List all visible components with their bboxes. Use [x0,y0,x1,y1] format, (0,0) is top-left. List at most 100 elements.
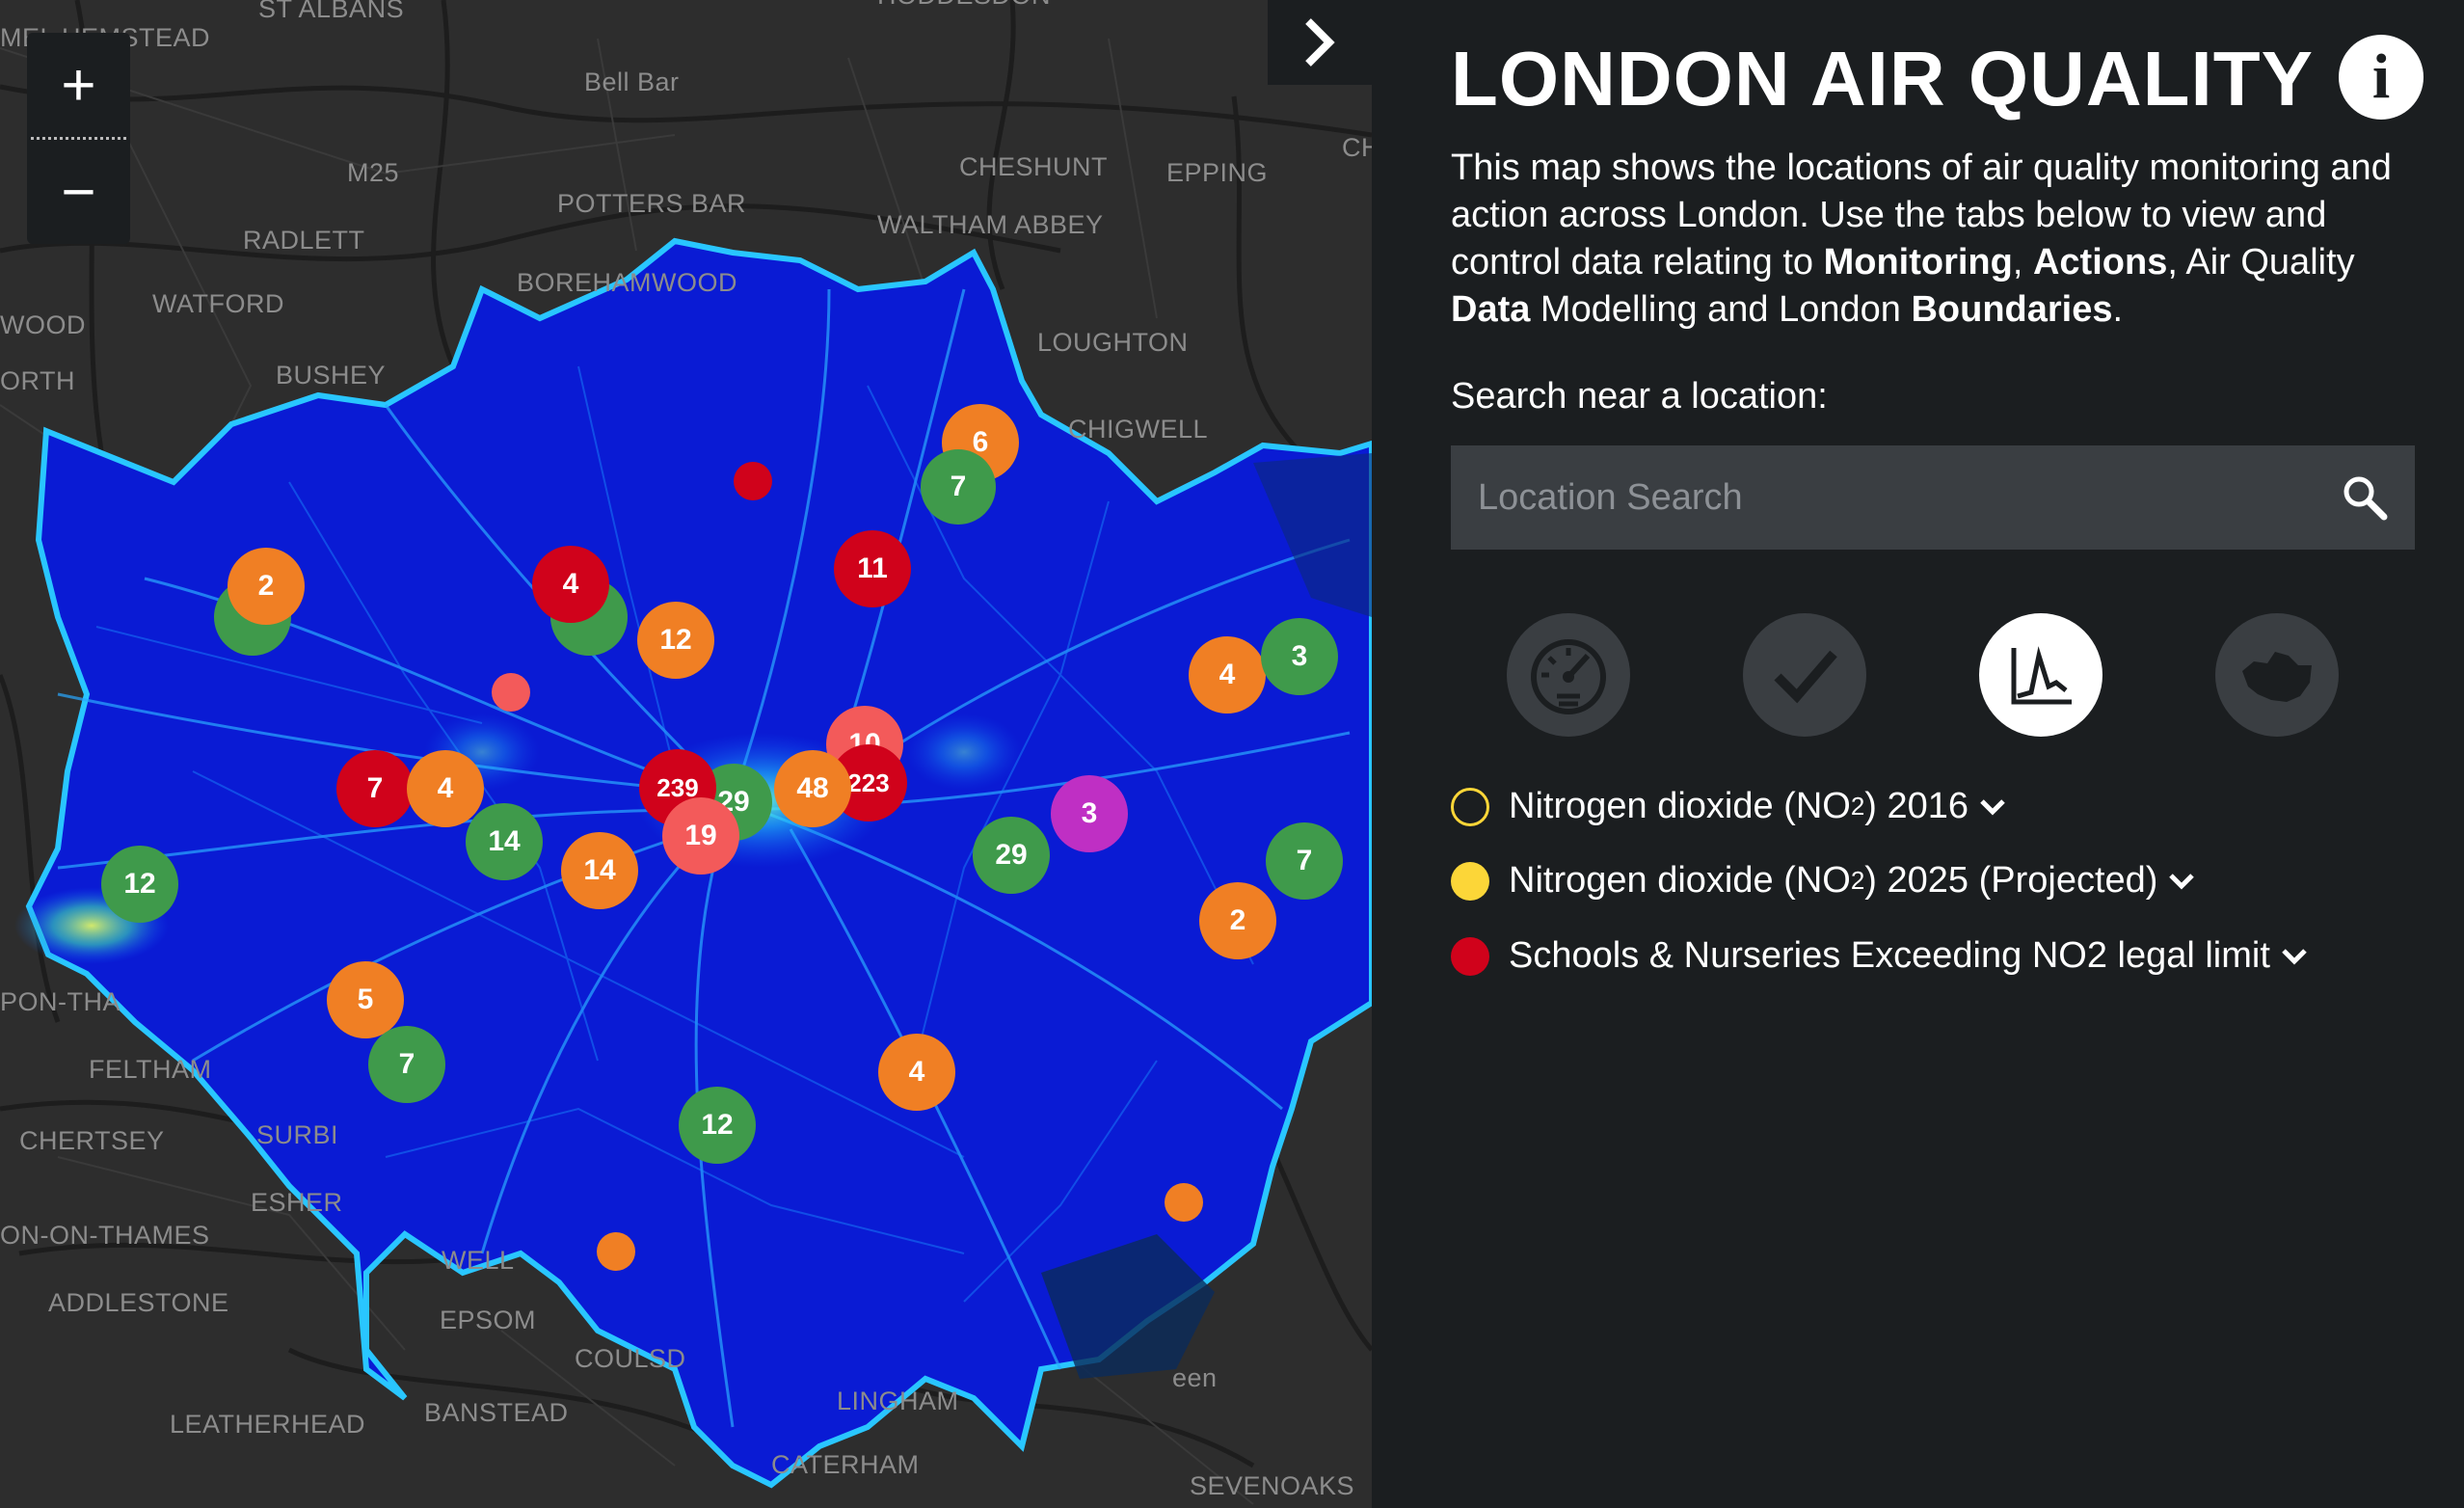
search-icon[interactable] [2340,472,2390,523]
map-place-label: LINGHAM [837,1387,959,1415]
zoom-control: + − [27,33,130,244]
legend-dot-no2-2025 [1451,861,1489,901]
desc-bold-monitoring: Monitoring [1823,242,2013,283]
legend-sub: 2 [1850,866,1865,895]
map-cluster-marker[interactable]: 5 [327,961,404,1038]
map-place-label: Bell Bar [584,67,680,96]
tab-boundaries[interactable] [2215,613,2339,737]
map-cluster-marker[interactable]: 3 [1261,618,1338,695]
desc-text: , [2012,242,2033,283]
map-place-label: PON-THA [0,987,121,1016]
legend-sub: 2 [1850,792,1865,821]
map-cluster-marker[interactable]: 12 [679,1087,756,1164]
map-place-label: SURBI [256,1120,339,1149]
map-place-label: BUSHEY [276,361,387,390]
map-cluster-marker[interactable]: 48 [774,750,851,827]
map-place-label: WELL [442,1246,515,1275]
side-panel: LONDON AIR QUALITY This map shows the lo… [1372,0,2464,1508]
legend-schools[interactable]: Schools & Nurseries Exceeding NO2 legal … [1451,935,2309,977]
map-cluster-marker[interactable]: 4 [532,546,609,623]
map-cluster-marker[interactable]: 7 [1266,822,1343,900]
map-place-label: EPSOM [440,1306,537,1334]
description: This map shows the locations of air qual… [1451,145,2415,334]
desc-text: , Air Quality [2167,242,2355,283]
london-outline-icon [2242,652,2312,702]
map-place-label: CHIGWELL [1068,415,1209,444]
map-cluster-marker[interactable]: 4 [878,1034,955,1111]
tab-actions[interactable] [1743,613,1866,737]
map-place-label: FELTHAM [89,1055,212,1084]
map-cluster-marker[interactable] [1165,1183,1203,1222]
map-cluster-marker[interactable]: 2 [1199,882,1276,959]
legend-label: Schools & Nurseries Exceeding NO2 legal … [1509,935,2270,976]
chevron-right-icon [1305,18,1335,67]
tab-monitoring[interactable] [1507,613,1630,737]
map-place-label: LOUGHTON [1037,328,1189,357]
map-place-label: ORTH [0,366,76,395]
legend-label: Nitrogen dioxide (NO [1509,860,1851,901]
line-chart-icon [2011,646,2072,705]
map-cluster-marker[interactable]: 4 [407,750,484,827]
map-place-label: RADLETT [243,226,365,255]
legend-dot-schools [1451,936,1489,976]
map-place-label: HODDESDON [877,0,1051,11]
map-place-label: BANSTEAD [424,1398,569,1427]
map-cluster-marker[interactable] [597,1232,635,1271]
panel-toggle-button[interactable] [1268,0,1372,85]
map-place-label: EPPING [1166,158,1269,187]
map-cluster-marker[interactable]: 7 [336,750,414,827]
map-place-label: LEATHERHEAD [170,1410,366,1439]
map-cluster-marker[interactable] [492,673,530,712]
zoom-in-button[interactable]: + [27,33,130,137]
map-place-label: WOOD [0,310,86,339]
location-search-input[interactable] [1451,475,2328,520]
legend-label: Nitrogen dioxide (NO [1509,786,1851,826]
map-place-label: M25 [347,158,400,187]
map-cluster-marker[interactable]: 14 [561,832,638,909]
map-cluster-marker[interactable]: 11 [834,530,911,607]
map-cluster-marker[interactable]: 14 [466,803,543,880]
checkmark-icon [1774,650,1837,704]
location-search [1451,445,2415,550]
search-label: Search near a location: [1451,376,1828,417]
map-place-label: ADDLESTONE [48,1288,229,1317]
desc-text: . [2112,289,2124,330]
legend-label: ) 2016 [1864,786,1969,826]
map-place-label: WALTHAM ABBEY [877,210,1104,239]
map-place-label: een [1172,1363,1218,1392]
map-place-label: BOREHAMWOOD [517,268,738,297]
map-cluster-marker[interactable]: 12 [637,602,714,679]
chevron-down-icon[interactable] [2280,947,2309,966]
desc-bold-boundaries: Boundaries [1911,289,2113,330]
map-cluster-marker[interactable] [734,462,772,500]
desc-text: Modelling and London [1530,289,1912,330]
map-place-label: CHESHUNT [959,152,1109,181]
chevron-down-icon[interactable] [1978,797,2007,817]
map-place-label: CH [1342,133,1372,162]
map-place-label: ON-ON-THAMES [0,1221,210,1250]
gauge-icon [1531,639,1606,714]
tab-data-modelling[interactable] [1979,613,2102,737]
map-cluster-marker[interactable]: 2 [228,548,305,625]
map-view[interactable]: ST ALBANSHODDESDONMEL HEMSTEADBell BarM2… [0,0,1372,1508]
map-place-label: ST ALBANS [258,0,405,23]
map-cluster-marker[interactable]: 7 [368,1026,445,1103]
map-place-label: COULSD [575,1344,686,1373]
map-cluster-marker[interactable]: 29 [973,817,1050,894]
desc-bold-actions: Actions [2032,242,2168,283]
map-cluster-marker[interactable]: 7 [921,449,996,525]
legend-label: ) 2025 (Projected) [1864,860,2158,901]
map-place-label: CHERTSEY [19,1126,165,1155]
chevron-down-icon[interactable] [2167,872,2196,891]
info-button[interactable]: i [2339,35,2424,120]
zoom-out-button[interactable]: − [27,140,130,244]
legend-no2-2025[interactable]: Nitrogen dioxide (NO 2) 2025 (Projected) [1451,860,2196,902]
map-cluster-marker[interactable]: 4 [1189,636,1266,714]
map-cluster-marker[interactable]: 19 [662,797,739,875]
map-place-label: ESHER [251,1188,343,1217]
page-title: LONDON AIR QUALITY [1451,36,2314,121]
map-place-label: POTTERS BAR [557,189,747,218]
map-cluster-marker[interactable]: 3 [1051,775,1128,852]
legend-no2-2016[interactable]: Nitrogen dioxide (NO 2) 2016 [1451,786,2007,827]
map-cluster-marker[interactable]: 12 [101,846,178,923]
